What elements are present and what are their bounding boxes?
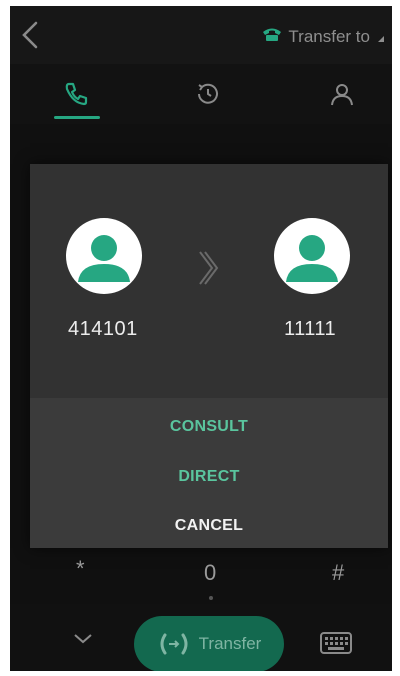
caller-avatar — [66, 218, 142, 294]
phone-icon — [65, 82, 88, 106]
keyboard-icon[interactable] — [320, 632, 352, 659]
target-avatar — [274, 218, 350, 294]
transfer-status: Transfer to — [262, 26, 384, 47]
transfer-parties: 414101 11111 — [30, 164, 388, 398]
transfer-phone-icon — [262, 26, 282, 47]
transfer-status-label: Transfer to — [288, 26, 370, 46]
tab-contacts[interactable] — [312, 74, 372, 114]
history-icon — [198, 83, 218, 104]
tab-dial[interactable] — [46, 74, 106, 114]
transfer-button[interactable]: Transfer — [134, 616, 284, 671]
tab-history[interactable] — [178, 74, 238, 114]
transfer-dialog: 414101 11111 CONSULT DIRECT CANCEL — [30, 164, 388, 548]
back-arrow-icon[interactable] — [18, 20, 44, 50]
transfer-call-icon — [160, 633, 188, 655]
active-tab-indicator — [54, 116, 100, 119]
key-hash[interactable]: # — [332, 560, 344, 586]
transfer-button-label: Transfer — [198, 634, 262, 653]
caller-number: 414101 — [68, 318, 138, 340]
transfer-arrow-icon — [196, 250, 220, 291]
transfer-options: CONSULT DIRECT CANCEL — [30, 398, 388, 548]
key-zero-dot — [209, 596, 213, 600]
key-star[interactable]: * — [76, 556, 85, 582]
consult-option[interactable]: CONSULT — [30, 418, 388, 436]
title-bar: Transfer to — [10, 6, 392, 64]
key-zero[interactable]: 0 — [204, 560, 216, 586]
target-number: 11111 — [284, 318, 337, 340]
contacts-icon — [331, 84, 353, 106]
chevron-down-icon[interactable] — [72, 632, 94, 651]
cancel-option[interactable]: CANCEL — [30, 517, 388, 535]
tab-bar — [10, 64, 392, 124]
dropdown-corner-icon — [376, 27, 384, 47]
direct-option[interactable]: DIRECT — [30, 468, 388, 486]
phone-screen: Transfer to 414101 11111 CONSULT DIRECT … — [10, 6, 392, 671]
